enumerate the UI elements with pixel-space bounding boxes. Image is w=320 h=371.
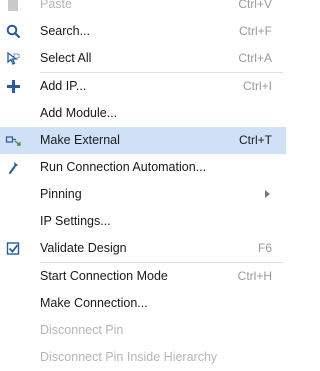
menu-item-shortcut: Ctrl+T (239, 133, 272, 147)
menu-item-add-ip[interactable]: Add IP... Ctrl+I (0, 73, 286, 100)
context-menu: Paste Ctrl+V Search... Ctrl+F Select All… (0, 0, 286, 370)
menu-item-run-connection-automation[interactable]: Run Connection Automation... (0, 154, 286, 181)
menu-item-shortcut: F6 (257, 241, 272, 255)
menu-item-shortcut: Ctrl+F (239, 24, 272, 38)
submenu-arrow-icon (265, 190, 270, 198)
plus-icon (5, 78, 22, 95)
menu-item-label: Validate Design (40, 241, 127, 255)
menu-item-label: Run Connection Automation... (40, 160, 207, 174)
search-icon (5, 23, 22, 40)
menu-item-search[interactable]: Search... Ctrl+F (0, 18, 286, 45)
menu-item-shortcut: Ctrl+V (238, 0, 272, 11)
checkbox-icon (5, 240, 22, 257)
menu-item-paste: Paste Ctrl+V (0, 0, 286, 18)
menu-item-label: Start Connection Mode (40, 269, 168, 283)
menu-item-disconnect-pin: Disconnect Pin (0, 317, 286, 344)
select-all-icon (5, 50, 22, 67)
menu-item-validate-design[interactable]: Validate Design F6 (0, 235, 286, 262)
menu-item-label: Disconnect Pin (40, 323, 124, 337)
menu-item-label: Pinning (40, 187, 82, 201)
menu-item-label: Paste (40, 0, 72, 11)
menu-item-label: Disconnect Pin Inside Hierarchy (40, 350, 218, 364)
menu-item-select-all[interactable]: Select All Ctrl+A (0, 45, 286, 72)
menu-item-label: Make External (40, 133, 120, 147)
menu-item-make-connection[interactable]: Make Connection... (0, 290, 286, 317)
menu-item-ip-settings[interactable]: IP Settings... (0, 208, 286, 235)
menu-item-label: Make Connection... (40, 296, 148, 310)
make-external-icon (5, 132, 22, 149)
menu-item-label: Search... (40, 24, 91, 38)
paste-icon (5, 0, 22, 13)
menu-item-shortcut: Ctrl+H (237, 269, 272, 283)
menu-item-add-module[interactable]: Add Module... (0, 100, 286, 127)
menu-item-label: Select All (40, 51, 92, 65)
menu-item-label: IP Settings... (40, 214, 111, 228)
menu-item-start-connection-mode[interactable]: Start Connection Mode Ctrl+H (0, 263, 286, 290)
menu-item-label: Add Module... (40, 106, 118, 120)
menu-item-shortcut: Ctrl+I (242, 79, 272, 93)
menu-item-label: Add IP... (40, 79, 87, 93)
menu-item-make-external[interactable]: Make External Ctrl+T (0, 127, 286, 154)
menu-item-shortcut: Ctrl+A (238, 51, 272, 65)
menu-item-disconnect-pin-inside-hierarchy: Disconnect Pin Inside Hierarchy (0, 344, 286, 371)
wand-icon (5, 159, 22, 176)
menu-item-pinning[interactable]: Pinning (0, 181, 286, 208)
